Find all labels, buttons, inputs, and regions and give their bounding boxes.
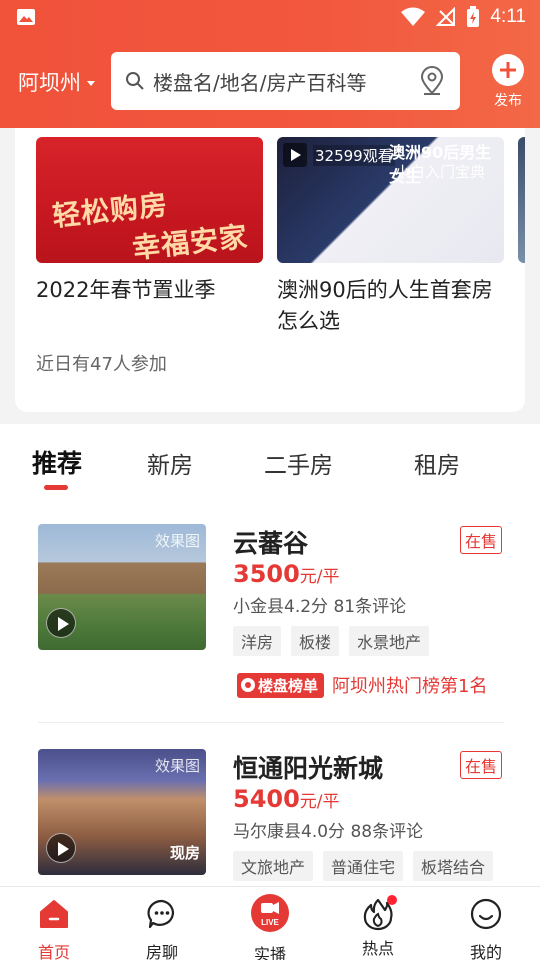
signal-off-icon xyxy=(436,7,456,26)
activity-item[interactable]: 轻松购房 幸福安家 2022年春节置业季 xyxy=(36,137,266,306)
medal-icon xyxy=(241,678,255,692)
fire-icon-wrap xyxy=(361,895,397,931)
nav-home[interactable]: 首页 xyxy=(14,887,94,960)
listing-item[interactable]: 效果图 现房 恒通阳光新城 在售 5400元/平 马尔康县4.0分 88条评论 … xyxy=(38,749,504,886)
status-bar: 4:11 xyxy=(0,0,540,36)
price-value: 3500 xyxy=(233,560,300,588)
listing-tags: 文旅地产 普通住宅 板塔结合 xyxy=(233,851,494,881)
listing-image: 效果图 现房 xyxy=(38,749,206,875)
battery-charging-icon xyxy=(467,6,480,27)
profile-icon xyxy=(470,898,502,930)
activity-thumbnail: 32599观看 澳洲90后男生女生 小白入门宝典 xyxy=(277,137,504,263)
listing-tag: 水景地产 xyxy=(349,626,430,656)
tab-second-hand[interactable]: 二手房 xyxy=(264,446,333,480)
listing-name: 恒通阳光新城 xyxy=(233,754,384,783)
listing-tag: 板楼 xyxy=(291,626,340,656)
tab-rent[interactable]: 租房 xyxy=(414,446,460,480)
nav-label: 房聊 xyxy=(145,943,178,960)
image-icon xyxy=(17,9,35,25)
nav-chat[interactable]: 房聊 xyxy=(122,887,202,960)
divider xyxy=(38,722,504,723)
nav-label: 首页 xyxy=(37,943,70,960)
nav-profile[interactable]: 我的 xyxy=(446,887,526,960)
listing-item[interactable]: 效果图 云蕃谷 在售 3500元/平 小金县4.2分 81条评论 洋房 板楼 水… xyxy=(38,524,504,714)
status-badge: 在售 xyxy=(459,751,502,779)
play-icon xyxy=(46,833,76,863)
listing-price: 5400元/平 xyxy=(233,785,340,813)
listing-price: 3500元/平 xyxy=(233,560,340,588)
watermark: 效果图 xyxy=(154,757,200,775)
activity-item[interactable]: 32599观看 澳洲90后男生女生 小白入门宝典 澳洲90后的人生首套房怎么选 xyxy=(277,137,507,337)
listing-meta: 小金县4.2分 81条评论 xyxy=(233,597,407,617)
top-bar: 阿坝州 楼盘名/地名/房产百科等 发布 xyxy=(0,50,540,112)
play-icon xyxy=(283,143,307,167)
listing-name: 云蕃谷 xyxy=(233,529,309,558)
listing-tag: 普通住宅 xyxy=(323,851,404,881)
wifi-icon xyxy=(401,7,426,26)
activity-participants: 近日有47人参加 xyxy=(36,354,167,375)
tab-recommend[interactable]: 推荐 xyxy=(32,444,82,480)
watermark: 效果图 xyxy=(154,532,200,550)
nav-hot[interactable]: 热点 xyxy=(338,887,418,959)
listing-image: 效果图 xyxy=(38,524,206,650)
activity-card: 轻松购房 幸福安家 2022年春节置业季 32599观看 澳洲90后男生女生 小… xyxy=(15,128,525,412)
listing-overlay-label: 现房 xyxy=(169,844,200,862)
price-unit: 元/平 xyxy=(299,792,340,812)
rank-info[interactable]: 楼盘榜单 阿坝州热门榜第1名 xyxy=(237,672,487,698)
search-icon xyxy=(126,72,144,90)
nav-live[interactable]: LIVE 实播 xyxy=(230,887,310,960)
map-pin-icon[interactable] xyxy=(418,66,446,96)
publish-button[interactable]: 发布 xyxy=(486,54,530,110)
header: 4:11 阿坝州 楼盘名/地名/房产百科等 发布 xyxy=(0,0,540,128)
activity-thumbnail-partial[interactable] xyxy=(518,137,525,263)
listing-meta: 马尔康县4.0分 88条评论 xyxy=(233,822,424,842)
listing-tag: 文旅地产 xyxy=(233,851,314,881)
play-icon xyxy=(46,608,76,638)
thumb-text: 小白入门宝典 xyxy=(395,163,486,181)
live-icon: LIVE xyxy=(251,894,289,932)
rank-badge: 楼盘榜单 xyxy=(237,672,325,698)
tab-new-house[interactable]: 新房 xyxy=(147,446,193,480)
rank-badge-label: 楼盘榜单 xyxy=(258,676,319,695)
listing-tag: 洋房 xyxy=(233,626,282,656)
plus-icon xyxy=(492,54,524,86)
search-placeholder: 楼盘名/地名/房产百科等 xyxy=(153,70,367,95)
home-icon xyxy=(40,900,68,928)
nav-label: 我的 xyxy=(469,943,502,960)
caret-down-icon xyxy=(87,80,95,86)
nav-label: 实播 xyxy=(253,945,286,960)
price-value: 5400 xyxy=(233,785,300,813)
activity-thumbnail: 轻松购房 幸福安家 xyxy=(36,137,263,263)
bottom-nav: 首页 房聊 LIVE 实播 热点 我的 xyxy=(0,886,540,960)
status-badge: 在售 xyxy=(459,526,502,554)
nav-label: 热点 xyxy=(361,939,394,958)
listing-section: 推荐 新房 二手房 租房 效果图 云蕃谷 在售 3500元/平 小金县4.2分 … xyxy=(0,424,540,886)
notification-dot xyxy=(387,895,397,905)
search-input[interactable]: 楼盘名/地名/房产百科等 xyxy=(111,52,460,110)
live-badge-text: LIVE xyxy=(261,918,279,927)
publish-label: 发布 xyxy=(494,93,522,109)
city-label: 阿坝州 xyxy=(18,71,81,95)
activity-title: 2022年春节置业季 xyxy=(36,278,216,302)
city-selector[interactable]: 阿坝州 xyxy=(18,67,95,97)
activity-title: 澳洲90后的人生首套房怎么选 xyxy=(277,278,493,333)
tab-bar: 推荐 新房 二手房 租房 xyxy=(0,424,540,498)
view-count: 32599观看 xyxy=(313,145,395,166)
price-unit: 元/平 xyxy=(299,567,340,587)
chat-icon xyxy=(147,899,174,929)
rank-text: 阿坝州热门榜第1名 xyxy=(332,676,488,697)
listing-tag: 板塔结合 xyxy=(413,851,494,881)
status-time: 4:11 xyxy=(490,6,526,27)
tab-indicator xyxy=(44,485,68,490)
listing-tags: 洋房 板楼 水景地产 xyxy=(233,626,430,656)
